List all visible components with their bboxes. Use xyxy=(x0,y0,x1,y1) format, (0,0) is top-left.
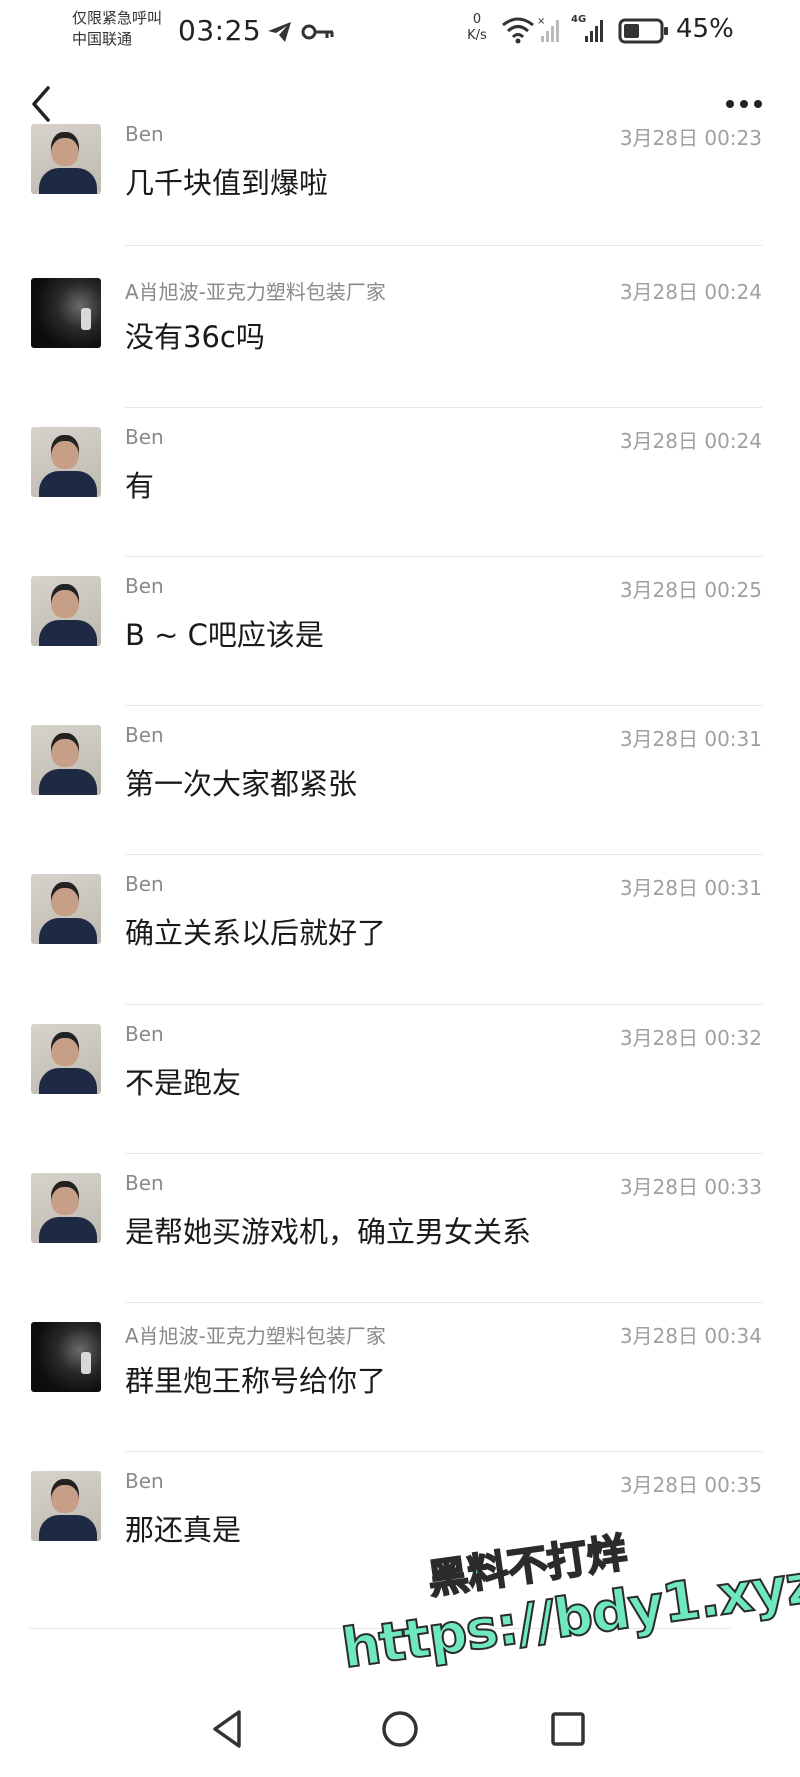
navigation-bar xyxy=(0,1680,800,1777)
message-text: 确立关系以后就好了 xyxy=(125,916,387,950)
message-time: 3月28日 00:24 xyxy=(619,280,762,304)
message-time: 3月28日 00:31 xyxy=(619,727,762,751)
list-item[interactable]: A肖旭波-亚克力塑料包装厂家 3月28日 00:34 群里炮王称号给你了 xyxy=(0,1312,800,1460)
message-time: 3月28日 00:23 xyxy=(619,126,762,150)
sender-name: Ben xyxy=(125,723,164,747)
message-text: 群里炮王称号给你了 xyxy=(125,1364,387,1398)
sender-name: A肖旭波-亚克力塑料包装厂家 xyxy=(125,1324,386,1348)
list-item[interactable]: Ben 3月28日 00:31 第一次大家都紧张 xyxy=(0,715,800,863)
avatar[interactable] xyxy=(31,576,101,646)
list-item[interactable]: Ben 3月28日 00:25 B ~ C吧应该是 xyxy=(0,566,800,714)
avatar[interactable] xyxy=(31,427,101,497)
sender-name: A肖旭波-亚克力塑料包装厂家 xyxy=(125,280,386,304)
message-text: 有 xyxy=(125,469,155,503)
message-text: 没有36c吗 xyxy=(125,320,265,354)
divider xyxy=(125,854,762,855)
message-text: 几千块值到爆啦 xyxy=(125,166,329,200)
square-recents-icon[interactable] xyxy=(543,1704,593,1754)
divider xyxy=(125,1302,762,1303)
divider xyxy=(125,1004,762,1005)
avatar[interactable] xyxy=(31,1173,101,1243)
divider xyxy=(125,245,762,246)
message-time: 3月28日 00:32 xyxy=(619,1026,762,1050)
message-time: 3月28日 00:31 xyxy=(619,876,762,900)
sender-name: Ben xyxy=(125,872,164,896)
message-text: B ~ C吧应该是 xyxy=(125,618,324,652)
message-time: 3月28日 00:25 xyxy=(619,578,762,602)
list-item[interactable]: Ben 3月28日 00:24 有 xyxy=(0,417,800,565)
sender-name: Ben xyxy=(125,1469,164,1493)
avatar[interactable] xyxy=(31,278,101,348)
triangle-back-icon[interactable] xyxy=(203,1704,253,1754)
avatar[interactable] xyxy=(31,1322,101,1392)
divider xyxy=(125,1451,762,1452)
list-item[interactable]: Ben 3月28日 00:32 不是跑友 xyxy=(0,1014,800,1162)
avatar[interactable] xyxy=(31,124,101,194)
avatar[interactable] xyxy=(31,874,101,944)
divider xyxy=(125,407,762,408)
message-text: 第一次大家都紧张 xyxy=(125,767,358,801)
divider xyxy=(125,705,762,706)
divider xyxy=(125,1153,762,1154)
message-text: 那还真是 xyxy=(125,1513,242,1547)
message-text: 是帮她买游戏机，确立男女关系 xyxy=(125,1215,532,1249)
sender-name: Ben xyxy=(125,1022,164,1046)
sender-name: Ben xyxy=(125,425,164,449)
sender-name: Ben xyxy=(125,1171,164,1195)
list-item[interactable]: A肖旭波-亚克力塑料包装厂家 3月28日 00:24 没有36c吗 xyxy=(0,268,800,416)
avatar[interactable] xyxy=(31,1024,101,1094)
sender-name: Ben xyxy=(125,122,164,146)
sender-name: Ben xyxy=(125,574,164,598)
avatar[interactable] xyxy=(31,725,101,795)
message-time: 3月28日 00:33 xyxy=(619,1175,762,1199)
message-time: 3月28日 00:24 xyxy=(619,429,762,453)
circle-home-icon[interactable] xyxy=(375,1704,425,1754)
message-time: 3月28日 00:35 xyxy=(619,1473,762,1497)
message-time: 3月28日 00:34 xyxy=(619,1324,762,1348)
list-item[interactable]: Ben 3月28日 00:33 是帮她买游戏机，确立男女关系 xyxy=(0,1163,800,1311)
avatar[interactable] xyxy=(31,1471,101,1541)
divider xyxy=(125,556,762,557)
message-text: 不是跑友 xyxy=(125,1066,242,1100)
list-item[interactable]: Ben 3月28日 00:31 确立关系以后就好了 xyxy=(0,864,800,1012)
list-item[interactable]: Ben 3月28日 00:23 几千块值到爆啦 xyxy=(0,0,800,200)
